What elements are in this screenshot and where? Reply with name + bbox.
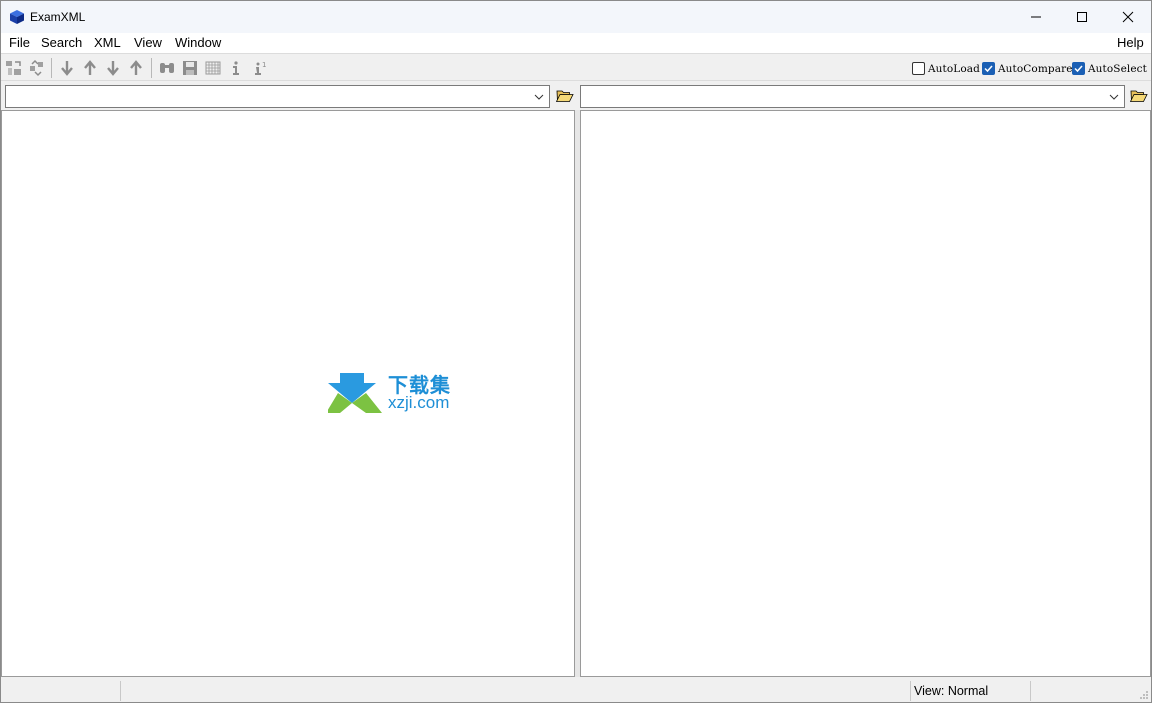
right-open-folder-button[interactable] <box>1129 86 1149 106</box>
autoload-option[interactable]: AutoLoad <box>912 61 980 76</box>
watermark-url-text: xzji.com <box>388 393 450 412</box>
toolbar-separator <box>151 58 152 78</box>
autoselect-label: AutoSelect <box>1088 62 1147 75</box>
check-icon <box>1074 65 1083 73</box>
menu-xml[interactable]: XML <box>93 35 122 50</box>
left-xml-pane[interactable]: 下载集 xzji.com <box>1 110 575 677</box>
menu-help[interactable]: Help <box>1116 35 1145 50</box>
open-folder-icon <box>556 90 574 102</box>
table-icon[interactable] <box>204 59 222 77</box>
maximize-button[interactable] <box>1059 1 1105 33</box>
open-folder-icon <box>1130 90 1148 102</box>
title-bar[interactable]: ExamXML <box>1 1 1151 33</box>
right-file-path-input[interactable] <box>581 86 1124 107</box>
next-icon[interactable] <box>104 59 122 77</box>
svg-text:1: 1 <box>262 61 266 69</box>
next-difference-icon[interactable] <box>58 59 76 77</box>
menu-search[interactable]: Search <box>40 35 83 50</box>
status-cell-2 <box>120 681 910 701</box>
chevron-down-icon[interactable] <box>1108 91 1120 103</box>
status-cell-1 <box>1 681 120 701</box>
right-xml-pane[interactable] <box>580 110 1151 677</box>
info-icon[interactable] <box>227 59 245 77</box>
left-open-folder-button[interactable] <box>555 86 575 106</box>
autocompare-checkbox[interactable] <box>982 62 995 75</box>
toolbar: 1 AutoLoad AutoCompare AutoSelect <box>1 53 1151 81</box>
find-icon[interactable] <box>158 59 176 77</box>
autoload-checkbox[interactable] <box>912 62 925 75</box>
left-file-path-input[interactable] <box>6 86 549 107</box>
autocompare-label: AutoCompare <box>998 62 1073 75</box>
minimize-button[interactable] <box>1013 1 1059 33</box>
close-icon <box>1122 11 1134 23</box>
autoload-label: AutoLoad <box>928 62 980 75</box>
app-window: ExamXML File Search XML View Window Help <box>0 0 1152 703</box>
close-button[interactable] <box>1105 1 1151 33</box>
toolbar-separator <box>51 58 52 78</box>
menu-window[interactable]: Window <box>174 35 222 50</box>
menu-file[interactable]: File <box>8 35 31 50</box>
window-title: ExamXML <box>30 10 86 24</box>
download-arrow-logo-icon <box>326 373 382 413</box>
status-bar: View: Normal <box>1 680 1151 702</box>
autoselect-checkbox[interactable] <box>1072 62 1085 75</box>
autoselect-option[interactable]: AutoSelect <box>1072 61 1147 76</box>
chevron-down-icon[interactable] <box>533 91 545 103</box>
save-icon[interactable] <box>181 59 199 77</box>
resize-grip-icon[interactable] <box>1139 690 1149 700</box>
minimize-icon <box>1031 16 1041 18</box>
check-icon <box>984 65 993 73</box>
previous-difference-icon[interactable] <box>81 59 99 77</box>
maximize-icon <box>1077 12 1087 22</box>
left-file-combo[interactable] <box>5 85 550 108</box>
status-cell-4 <box>1030 681 1151 701</box>
menu-bar: File Search XML View Window Help <box>1 33 1151 53</box>
compare-refresh-icon[interactable] <box>28 59 46 77</box>
statistics-icon[interactable]: 1 <box>252 59 270 77</box>
previous-icon[interactable] <box>127 59 145 77</box>
status-view-mode: View: Normal <box>910 681 1030 701</box>
autocompare-option[interactable]: AutoCompare <box>982 61 1073 76</box>
watermark-logo: 下载集 xzji.com <box>326 369 468 415</box>
menu-view[interactable]: View <box>133 35 163 50</box>
right-file-combo[interactable] <box>580 85 1125 108</box>
examxml-cube-icon <box>9 9 25 25</box>
compare-icon[interactable] <box>5 59 23 77</box>
